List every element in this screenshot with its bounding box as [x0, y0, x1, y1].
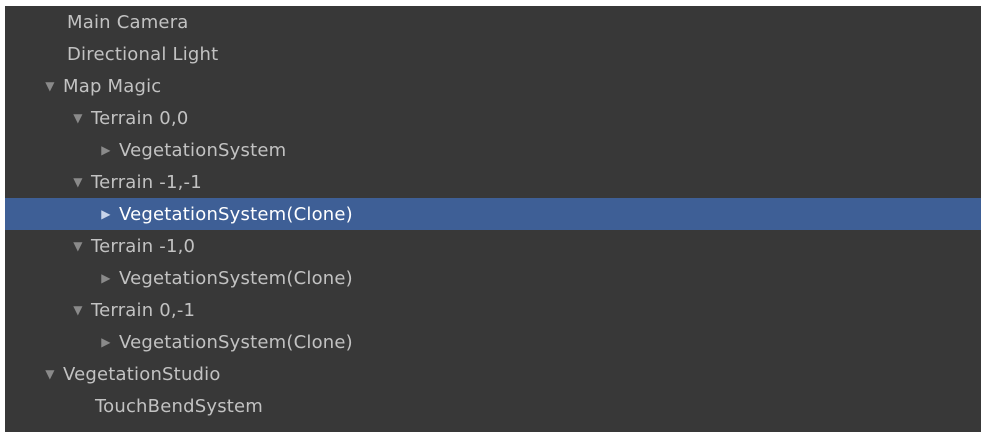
hierarchy-tree: Main Camera Directional Light ▼ Map Magi…: [5, 6, 981, 422]
hierarchy-item-label: Terrain 0,0: [91, 107, 189, 129]
hierarchy-item-vegetation-studio[interactable]: ▼ VegetationStudio: [5, 358, 981, 390]
hierarchy-item-vegetation-system-clone-selected[interactable]: ▶ VegetationSystem(Clone): [5, 198, 981, 230]
triangle-down-icon[interactable]: ▼: [41, 80, 59, 92]
hierarchy-item-terrain-0-m1[interactable]: ▼ Terrain 0,-1: [5, 294, 981, 326]
triangle-right-icon[interactable]: ▶: [97, 272, 115, 284]
triangle-down-icon[interactable]: ▼: [69, 176, 87, 188]
hierarchy-item-label: VegetationSystem(Clone): [119, 203, 353, 225]
hierarchy-item-map-magic[interactable]: ▼ Map Magic: [5, 70, 981, 102]
hierarchy-item-vegetation-system-clone[interactable]: ▶ VegetationSystem(Clone): [5, 326, 981, 358]
triangle-right-icon[interactable]: ▶: [97, 336, 115, 348]
hierarchy-item-vegetation-system[interactable]: ▶ VegetationSystem: [5, 134, 981, 166]
hierarchy-item-label: VegetationSystem(Clone): [119, 331, 353, 353]
hierarchy-item-label: Main Camera: [67, 11, 189, 33]
hierarchy-item-label: VegetationSystem: [119, 139, 287, 161]
hierarchy-item-label: Terrain -1,0: [91, 235, 196, 257]
hierarchy-item-terrain-m1-m1[interactable]: ▼ Terrain -1,-1: [5, 166, 981, 198]
hierarchy-item-vegetation-system-clone[interactable]: ▶ VegetationSystem(Clone): [5, 262, 981, 294]
hierarchy-item-label: Directional Light: [67, 43, 219, 65]
hierarchy-item-label: Terrain 0,-1: [91, 299, 196, 321]
triangle-down-icon[interactable]: ▼: [41, 368, 59, 380]
triangle-right-icon[interactable]: ▶: [97, 144, 115, 156]
hierarchy-item-label: Map Magic: [63, 75, 162, 97]
hierarchy-item-terrain-0-0[interactable]: ▼ Terrain 0,0: [5, 102, 981, 134]
hierarchy-item-label: TouchBendSystem: [95, 395, 264, 417]
hierarchy-item-touch-bend-system[interactable]: TouchBendSystem: [5, 390, 981, 422]
hierarchy-panel: Main Camera Directional Light ▼ Map Magi…: [5, 6, 981, 432]
triangle-down-icon[interactable]: ▼: [69, 240, 87, 252]
hierarchy-item-label: VegetationSystem(Clone): [119, 267, 353, 289]
hierarchy-item-label: VegetationStudio: [63, 363, 221, 385]
hierarchy-item-main-camera[interactable]: Main Camera: [5, 6, 981, 38]
triangle-down-icon[interactable]: ▼: [69, 304, 87, 316]
triangle-right-icon[interactable]: ▶: [97, 208, 115, 220]
hierarchy-item-label: Terrain -1,-1: [91, 171, 202, 193]
triangle-down-icon[interactable]: ▼: [69, 112, 87, 124]
hierarchy-item-terrain-m1-0[interactable]: ▼ Terrain -1,0: [5, 230, 981, 262]
hierarchy-item-directional-light[interactable]: Directional Light: [5, 38, 981, 70]
